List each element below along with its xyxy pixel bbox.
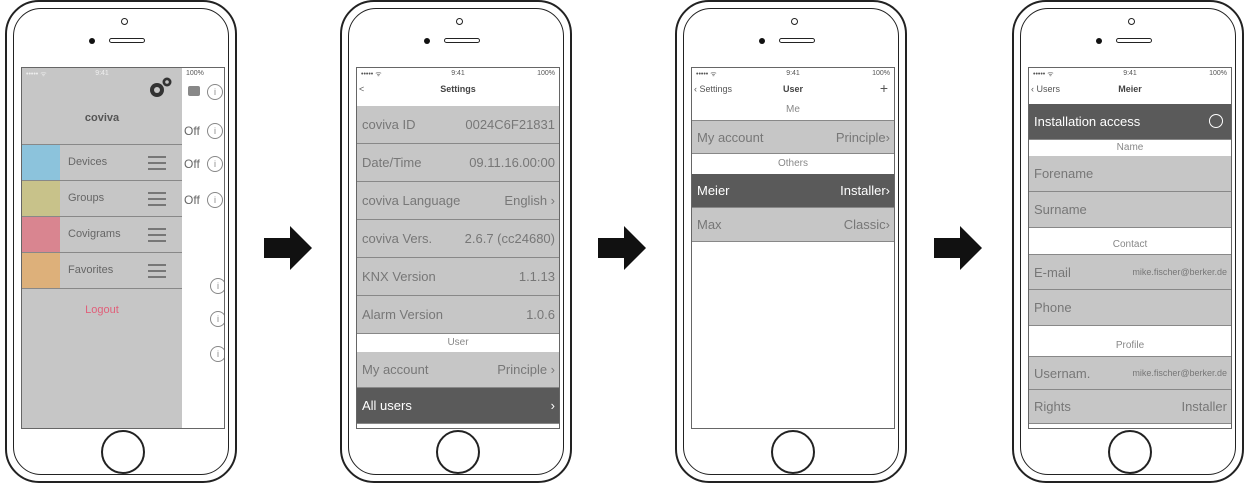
radio-toggle[interactable] [1209,114,1223,128]
forename-field[interactable]: Forename [1029,156,1231,192]
home-button[interactable] [101,430,145,474]
row-user-meier[interactable]: Meier Installer› [692,174,894,208]
row-language[interactable]: coviva Language English › [357,182,559,220]
add-user-button[interactable]: + [880,80,888,96]
status-time: 9:41 [1123,70,1137,77]
row-user-max[interactable]: Max Classic› [692,208,894,242]
phone-field[interactable]: Phone [1029,290,1231,326]
menu-screen: ••••• ᯤ 9:41 100% coviva Devices Groups … [21,67,225,429]
battery-indicator: 100% [186,70,204,77]
phone-frame-2: ••••• ᯤ 9:41 100% < Settings coviva ID 00… [340,0,572,483]
toggle-icon[interactable] [188,86,200,96]
info-icon[interactable]: i [207,156,223,172]
toggle-state[interactable]: Off [184,124,200,138]
battery-indicator: 100% [1209,70,1227,77]
status-time: 9:41 [451,70,465,77]
hamburger-icon[interactable] [148,264,166,282]
arrow-right-icon [264,226,312,270]
arrow-right-icon [598,226,646,270]
page-title: Settings [440,84,476,94]
home-button[interactable] [1108,430,1152,474]
info-icon[interactable]: i [210,278,224,294]
menu-item-favorites[interactable]: Favorites [22,253,182,289]
toggle-state[interactable]: Off [184,193,200,207]
phone-frame-4: ••••• ᯤ 9:41 100% ‹ Users Meier Installa… [1012,0,1244,483]
menu-item-devices[interactable]: Devices [22,145,182,181]
page-title: User [782,84,803,94]
menu-item-covigrams[interactable]: Covigrams [22,217,182,253]
row-knx-version: KNX Version 1.1.13 [357,258,559,296]
row-coviva-id: coviva ID 0024C6F21831 [357,106,559,144]
surname-field[interactable]: Surname [1029,192,1231,228]
info-icon[interactable]: i [210,346,224,362]
row-my-account[interactable]: My account Principle› [692,120,894,154]
info-icon[interactable]: i [207,123,223,139]
info-icon[interactable]: i [210,311,224,327]
phone-frame-1: ••••• ᯤ 9:41 100% coviva Devices Groups … [5,0,237,483]
home-button[interactable] [436,430,480,474]
arrow-right-icon [934,226,982,270]
phone-frame-3: ••••• ᯤ 9:41 100% ‹ Settings User + Me M… [675,0,907,483]
toggle-state[interactable]: Off [184,157,200,171]
row-installation-access[interactable]: Installation access [1029,104,1231,140]
row-date-time[interactable]: Date/Time 09.11.16.00:00 [357,144,559,182]
section-header-user: User [357,334,559,352]
logout-button[interactable]: Logout [22,304,182,316]
section-header-profile: Profile [1029,326,1231,356]
menu-item-groups[interactable]: Groups [22,181,182,217]
users-screen: ••••• ᯤ 9:41 100% ‹ Settings User + Me M… [691,67,895,429]
app-name: coviva [84,112,120,124]
home-button[interactable] [771,430,815,474]
hamburger-icon[interactable] [148,156,166,174]
rights-field[interactable]: Rights Installer [1029,390,1231,424]
row-coviva-version: coviva Vers. 2.6.7 (cc24680) [357,220,559,258]
row-my-account[interactable]: My account Principle › [357,352,559,388]
info-icon[interactable]: i [207,192,223,208]
section-header-me: Me [692,100,894,120]
gear-icon[interactable] [146,76,174,105]
section-header-name: Name [1029,140,1231,156]
username-field[interactable]: Usernam. mike.fischer@berker.de [1029,356,1231,390]
hamburger-icon[interactable] [148,192,166,210]
row-all-users[interactable]: All users › [357,388,559,424]
section-header-contact: Contact [1029,228,1231,254]
user-detail-screen: ••••• ᯤ 9:41 100% ‹ Users Meier Installa… [1028,67,1232,429]
battery-indicator: 100% [872,70,890,77]
settings-screen: ••••• ᯤ 9:41 100% < Settings coviva ID 00… [356,67,560,429]
email-field[interactable]: E-mail mike.fischer@berker.de [1029,254,1231,290]
status-time: 9:41 [786,70,800,77]
section-header-others: Others [692,154,894,174]
hamburger-icon[interactable] [148,228,166,246]
info-icon[interactable]: i [207,84,223,100]
page-title: Meier [1118,84,1142,94]
battery-indicator: 100% [537,70,555,77]
row-alarm-version: Alarm Version 1.0.6 [357,296,559,334]
